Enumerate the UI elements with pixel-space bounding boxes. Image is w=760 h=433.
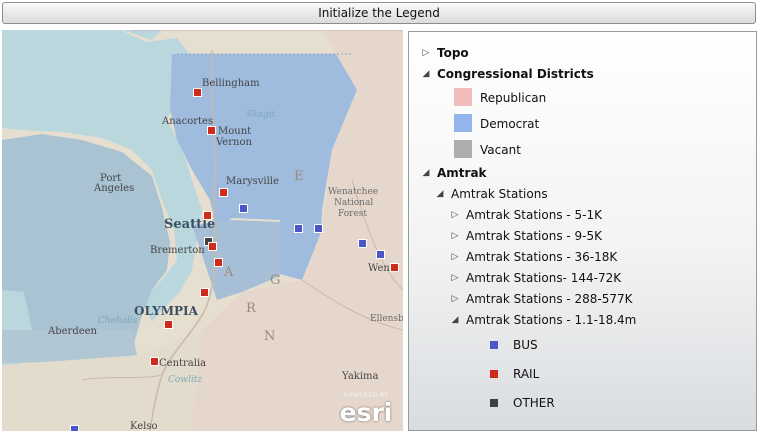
map-label-anacortes: Anacortes [162, 116, 214, 127]
esri-attribution-logo[interactable]: POWERED BY esri [336, 392, 396, 426]
map-label-range-n: N [264, 329, 278, 344]
map-label-aberdeen: Aberdeen [48, 326, 97, 337]
map-label-bremerton: Bremerton [150, 245, 205, 256]
legend-item-other: OTHER [513, 396, 555, 410]
bus-station-marker[interactable] [358, 239, 367, 248]
rail-station-marker[interactable] [390, 263, 399, 272]
triangle-right-icon[interactable]: ▷ [450, 227, 460, 245]
bus-station-marker[interactable] [314, 224, 323, 233]
legend-layer-congressional[interactable]: Congressional Districts [437, 65, 594, 83]
rail-station-marker[interactable] [208, 242, 217, 251]
legend-item-republican: Republican [480, 91, 547, 105]
triangle-right-icon[interactable]: ▷ [450, 290, 460, 308]
triangle-down-icon[interactable]: ◢ [421, 65, 431, 83]
vacant-swatch [454, 140, 472, 158]
other-marker-icon [490, 399, 498, 407]
map-label-range-r: R [246, 301, 258, 316]
map-label-national: National [334, 198, 374, 208]
initialize-legend-button[interactable]: Initialize the Legend [2, 2, 756, 24]
map-label-angeles: Angeles [94, 183, 135, 194]
legend-station-group[interactable]: Amtrak Stations - 36-18K [466, 248, 617, 266]
map-label-chehalis: Chehalis [98, 316, 138, 326]
rail-station-marker[interactable] [150, 357, 159, 366]
bus-station-marker[interactable] [294, 224, 303, 233]
rail-station-marker[interactable] [214, 258, 223, 267]
bus-station-marker[interactable] [239, 204, 248, 213]
map-label-skagit: Skagit [246, 110, 276, 120]
legend-layer-amtrak[interactable]: Amtrak [437, 164, 487, 182]
bus-marker-icon [490, 341, 498, 349]
legend-layer-topo[interactable]: Topo [437, 44, 469, 62]
legend-station-group[interactable]: Amtrak Stations - 5-1K [466, 206, 602, 224]
map-label-range-e: E [294, 169, 306, 184]
legend-item-bus: BUS [513, 338, 538, 352]
esri-logo: esri [339, 398, 393, 427]
legend-item-vacant: Vacant [480, 143, 521, 157]
legend-station-group[interactable]: Amtrak Stations - 9-5K [466, 227, 602, 245]
bus-station-marker[interactable] [376, 250, 385, 259]
rail-station-marker[interactable] [200, 288, 209, 297]
triangle-down-icon[interactable]: ◢ [450, 311, 460, 329]
rail-station-marker[interactable] [164, 320, 173, 329]
map-label-centralia: Centralia [159, 358, 207, 369]
rail-marker-icon [490, 370, 498, 378]
triangle-right-icon[interactable]: ▷ [421, 44, 431, 62]
republican-swatch [454, 88, 472, 106]
map-label-mount: Mount [218, 126, 252, 137]
map-label-cowlitz: Cowlitz [168, 375, 203, 385]
map-label-forest: Forest [338, 209, 368, 219]
triangle-right-icon[interactable]: ▷ [450, 269, 460, 287]
legend-item-rail: RAIL [513, 367, 540, 381]
democrat-swatch [454, 114, 472, 132]
map-label-kelso: Kelso [130, 421, 158, 432]
map-label-marysville: Marysville [226, 176, 279, 187]
triangle-right-icon[interactable]: ▷ [450, 248, 460, 266]
map-view[interactable]: Bellingham Anacortes Mount Vernon Port A… [2, 30, 403, 431]
triangle-down-icon[interactable]: ◢ [421, 164, 431, 182]
map-label-ellensburg: Ellensb [370, 314, 403, 324]
triangle-right-icon[interactable]: ▷ [450, 206, 460, 224]
legend-panel: ▷ Topo ◢ Congressional Districts Republi… [408, 31, 757, 431]
legend-item-democrat: Democrat [480, 117, 540, 131]
map-label-olympia: OLYMPIA [134, 304, 198, 318]
map-label-vernon: Vernon [216, 137, 252, 148]
map-label-range-g: G [270, 273, 283, 288]
map-label-seattle: Seattle [164, 217, 216, 232]
legend-station-group[interactable]: Amtrak Stations - 1.1-18.4m [466, 311, 636, 329]
map-label-bellingham: Bellingham [202, 78, 260, 89]
rail-station-marker[interactable] [219, 188, 228, 197]
triangle-down-icon[interactable]: ◢ [435, 185, 445, 203]
legend-station-group[interactable]: Amtrak Stations - 288-577K [466, 290, 633, 308]
map-label-wen: Wen [368, 263, 390, 274]
rail-station-marker[interactable] [203, 211, 212, 220]
map-label-wenatchee: Wenatchee [328, 187, 379, 197]
map-label-yakima: Yakima [342, 371, 379, 382]
bus-station-marker[interactable] [70, 425, 79, 431]
map-label-range-a: A [224, 265, 236, 280]
legend-layer-amtrak-stations[interactable]: Amtrak Stations [451, 185, 548, 203]
rail-station-marker[interactable] [207, 126, 216, 135]
legend-station-group[interactable]: Amtrak Stations- 144-72K [466, 269, 621, 287]
rail-station-marker[interactable] [193, 88, 202, 97]
